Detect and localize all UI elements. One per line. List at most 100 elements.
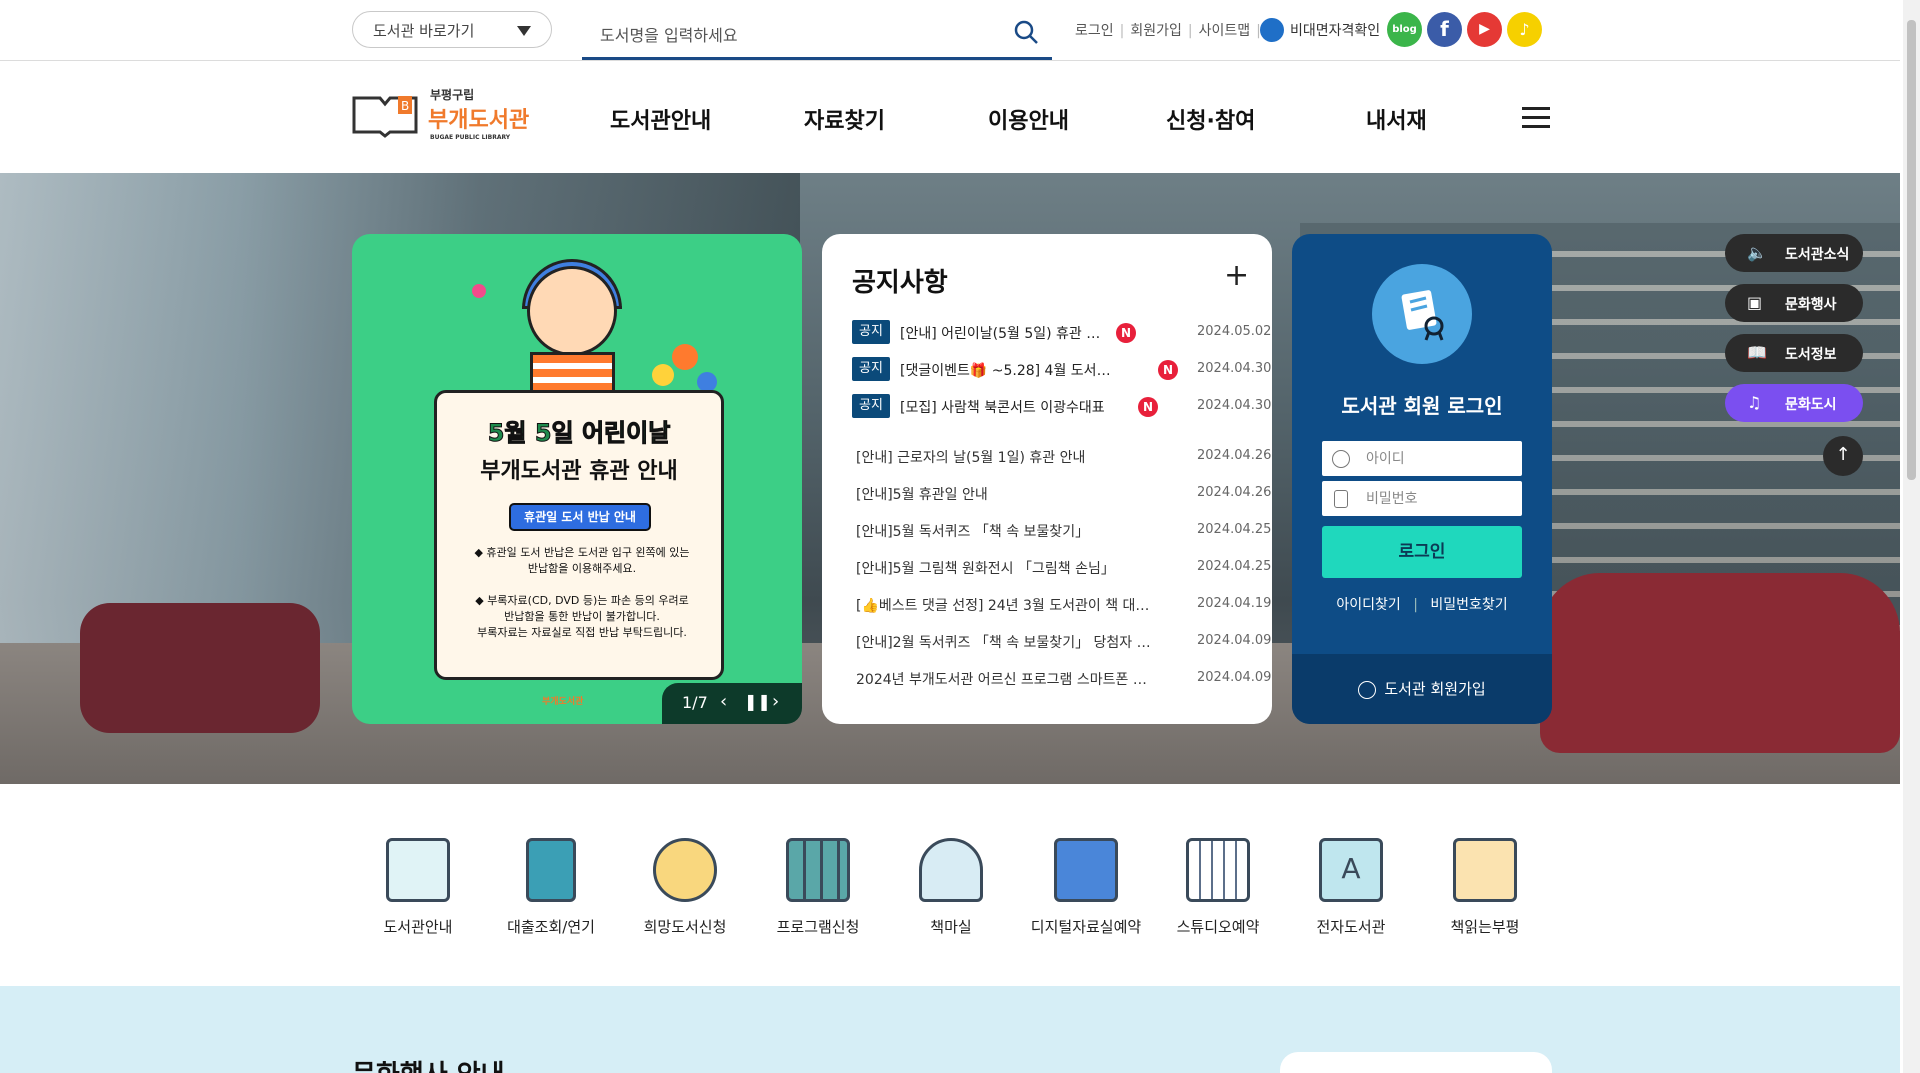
presentation-icon: ▣ [1747,293,1763,312]
menu-icon[interactable] [1522,107,1550,129]
digital-room-icon [1054,838,1118,902]
join-label: 도서관 회원가입 [1384,680,1486,698]
id-input[interactable] [1322,441,1522,476]
nav-library-guide[interactable]: 도서관안내 [610,103,711,135]
service-label: 책마실 [930,918,972,936]
quick-label: 문화행사 [1785,297,1837,313]
library-select[interactable]: 도서관 바로가기 [352,11,552,48]
ebook-monitor-icon: A [1319,838,1383,902]
nonface-verify-link[interactable]: 비대면자격확인 [1290,20,1380,40]
scrollbar-thumb[interactable] [1907,20,1916,480]
add-user-icon [1358,680,1377,699]
notice-date: 2024.04.30 [1197,398,1272,413]
kakao-icon[interactable]: ♪ [1507,12,1542,47]
banner-line-1: ◆ 휴관일 도서 반납은 도서관 입구 왼쪽에 있는 [474,546,690,559]
notice-row[interactable]: [안내] 근로자의 날(5월 1일) 휴관 안내 2024.04.26 [856,442,1271,470]
login-link[interactable]: 로그인 [1075,23,1114,39]
next-arrow-icon[interactable]: › [772,691,779,712]
quick-library-news[interactable]: 🔈 도서관소식 [1725,234,1863,272]
search-bar [582,16,1052,60]
library-logo[interactable]: B 부평구립 부개도서관 BUGAE PUBLIC LIBRARY [352,86,542,146]
sitemap-link[interactable]: 사이트맵 [1199,23,1251,39]
notice-row[interactable]: [👍베스트 댓글 선정] 24년 3월 도서관이 책 대… 2024.04.19 [856,590,1271,618]
nav-usage-guide[interactable]: 이용안내 [988,103,1069,135]
notice-title-text: [안내]5월 그림책 원화전시 「그림책 손님」 [856,561,1115,577]
search-icon[interactable] [1012,18,1040,46]
page-scrollbar[interactable] [1903,0,1920,1073]
plus-icon[interactable]: + [1224,258,1249,293]
search-input[interactable] [600,23,980,47]
nav-search-materials[interactable]: 자료찾기 [804,103,885,135]
notice-date: 2024.04.19 [1197,596,1272,611]
event-banner[interactable]: 5월 5일 어린이날 부개도서관 휴관 안내 휴관일 도서 반납 안내 ◆ 휴관… [352,234,802,724]
facebook-icon[interactable]: f [1427,12,1462,47]
notice-date: 2024.04.09 [1197,670,1272,685]
service-reading-bupyeong[interactable]: 책읽는부평 [1425,838,1545,936]
pinned-notice-row[interactable]: 공지 [모집] 사람책 북콘서트 이광수대표 N 2024.04.30 [852,392,1271,420]
find-links: 아이디찾기 | 비밀번호찾기 [1336,597,1508,613]
notice-title-text: [안내]2월 독서퀴즈 「책 속 보물찾기」 당첨자 … [856,635,1151,651]
pinned-notice-row[interactable]: 공지 [안내] 어린이날(5월 5일) 휴관 안내 N 2024.05.02 [852,318,1271,346]
svg-text:B: B [401,99,409,113]
notice-title-text: [안내] 근로자의 날(5월 1일) 휴관 안내 [856,450,1086,466]
service-label: 전자도서관 [1316,918,1386,936]
library-guide-icon [386,838,450,902]
banner-controls: 1/7 ‹ ❚❚ › [662,683,802,724]
join-link[interactable]: 회원가입 [1130,23,1182,39]
service-ebook[interactable]: A 전자도서관 [1291,838,1411,936]
login-emblem-icon [1372,264,1472,364]
user-icon [1332,450,1350,468]
quick-culture-events[interactable]: ▣ 문화행사 [1725,284,1863,322]
find-id-link[interactable]: 아이디찾기 [1336,597,1400,613]
banner-pill: 휴관일 도서 반납 안내 [509,503,651,531]
service-program[interactable]: 프로그램신청 [758,838,878,936]
service-hope-book[interactable]: 희망도서신청 [625,838,745,936]
service-label: 책읽는부평 [1450,918,1520,936]
notice-date: 2024.04.26 [1197,448,1272,463]
join-button[interactable]: 도서관 회원가입 [1292,654,1552,724]
banner-headline-2: 부개도서관 휴관 안내 [480,459,678,484]
find-password-link[interactable]: 비밀번호찾기 [1430,597,1507,613]
events-pager[interactable] [1280,1052,1552,1073]
music-icon: ♫ [1747,393,1762,412]
prev-arrow-icon[interactable]: ‹ [720,691,727,712]
blog-icon[interactable]: blog [1387,12,1422,47]
notice-row[interactable]: [안내]5월 그림책 원화전시 「그림책 손님」 2024.04.25 [856,553,1271,581]
notice-date: 2024.05.02 [1197,324,1272,339]
notice-date: 2024.04.30 [1197,361,1272,376]
notice-row[interactable]: [안내]5월 독서퀴즈 「책 속 보물찾기」 2024.04.25 [856,516,1271,544]
logo-main-text: 부개도서관 [428,108,530,133]
service-label: 프로그램신청 [776,918,860,936]
notice-tag: 공지 [852,357,890,381]
banner-line-4: 반납함을 통한 반납이 불가합니다. [504,610,660,623]
quick-culture-city[interactable]: ♫ 문화도시 [1725,384,1863,422]
nav-apply-participate[interactable]: 신청·참여 [1166,103,1255,135]
magnifier-book-icon [919,838,983,902]
service-label: 도서관안내 [383,918,453,936]
notice-row[interactable]: [안내]5월 휴관일 안내 2024.04.26 [856,479,1271,507]
service-studio[interactable]: 스튜디오예약 [1158,838,1278,936]
pause-icon[interactable]: ❚❚ [744,692,771,711]
service-library-guide[interactable]: 도서관안내 [358,838,478,936]
service-label: 스튜디오예약 [1176,918,1260,936]
scroll-top-arrow-icon[interactable]: ↑ [1823,436,1863,476]
top-links: 로그인 | 회원가입 | 사이트맵 | [1075,23,1261,39]
nav-my-library[interactable]: 내서재 [1366,103,1427,135]
password-input[interactable] [1322,481,1522,516]
lock-icon [1334,490,1348,508]
quick-label: 문화도시 [1785,397,1837,413]
calendar-icon [1186,838,1250,902]
service-loan-check[interactable]: 대출조회/연기 [491,838,611,936]
nonface-verify-icon [1260,18,1284,42]
pinned-notice-row[interactable]: 공지 [댓글이벤트🎁 ~5.28] 4월 도서관… N 2024.04.30 [852,355,1271,383]
new-badge: N [1116,323,1136,343]
notice-title-text: [👍베스트 댓글 선정] 24년 3월 도서관이 책 대… [856,598,1150,614]
notice-title-text: 2024년 부개도서관 어르신 프로그램 스마트폰 … [856,672,1147,688]
youtube-icon[interactable]: ▶ [1467,12,1502,47]
login-button[interactable]: 로그인 [1322,526,1522,578]
service-digital-room[interactable]: 디지털자료실예약 [1025,838,1147,936]
quick-book-info[interactable]: 📖 도서정보 [1725,334,1863,372]
notice-row[interactable]: [안내]2월 독서퀴즈 「책 속 보물찾기」 당첨자 … 2024.04.09 [856,627,1271,655]
service-book-village[interactable]: 책마실 [891,838,1011,936]
notice-row[interactable]: 2024년 부개도서관 어르신 프로그램 스마트폰 … 2024.04.09 [856,664,1271,692]
